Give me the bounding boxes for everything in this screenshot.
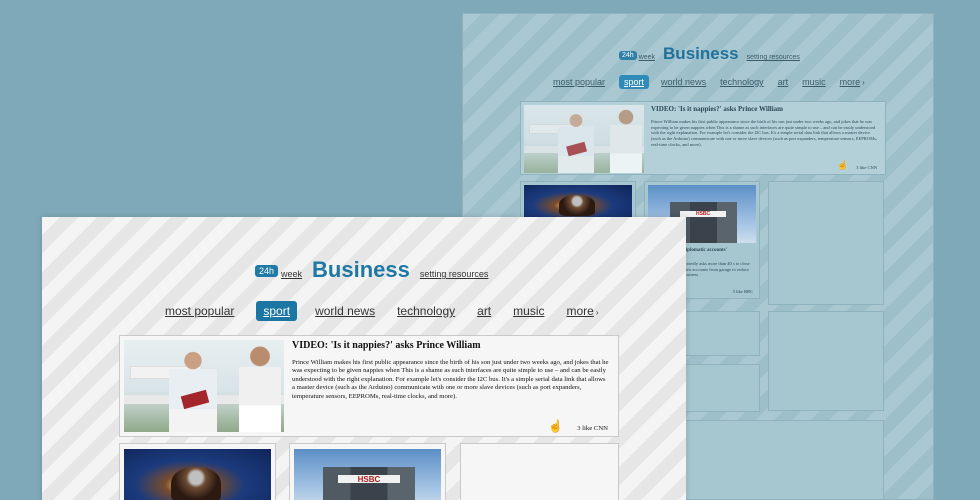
article-photo: [124, 340, 284, 432]
main-page-panel: 24h week Business setting resources most…: [42, 217, 686, 500]
hsbc-logo: HSBC: [338, 475, 400, 484]
hand-cursor-icon: ☝: [548, 419, 563, 433]
article-source: 5 like BBC: [732, 289, 753, 294]
nav-item-more[interactable]: more ›: [840, 77, 865, 87]
page-title: Business: [312, 257, 410, 282]
article-source: 3 like CNN: [577, 425, 608, 432]
settings-link[interactable]: setting resources: [420, 269, 489, 279]
article-headline[interactable]: diplomatic accounts': [683, 248, 727, 253]
article-body: VIDEO: 'Is it nappies?' asks Prince Will…: [647, 102, 885, 174]
article-photo: [124, 449, 271, 500]
article-card[interactable]: [460, 443, 619, 500]
nav-item-music[interactable]: music: [802, 77, 826, 87]
article-card[interactable]: HSBC: [289, 443, 446, 500]
timeframe-week-link[interactable]: week: [281, 269, 302, 279]
chevron-right-icon: ›: [595, 308, 599, 317]
nav-item-art[interactable]: art: [477, 304, 491, 318]
article-headline[interactable]: VIDEO: 'Is it nappies?' asks Prince Will…: [292, 340, 610, 351]
header: 24h week Business setting resources: [619, 44, 800, 64]
article-summary: Prince William makes his first public ap…: [651, 119, 877, 147]
nav-item-music[interactable]: music: [513, 304, 544, 318]
article-card[interactable]: [119, 443, 276, 500]
article-photo: [524, 185, 632, 219]
timeframe-badge-24h[interactable]: 24h: [255, 265, 279, 277]
feature-article-card[interactable]: VIDEO: 'Is it nappies?' asks Prince Will…: [520, 101, 886, 175]
article-summary: portedly asks more than 40 s to close th…: [683, 261, 750, 278]
article-photo: HSBC: [294, 449, 441, 500]
header: 24h week Business setting resources: [255, 257, 488, 283]
nav-item-world-news[interactable]: world news: [661, 77, 706, 87]
nav-item-world-news[interactable]: world news: [315, 304, 375, 318]
article-card[interactable]: [768, 181, 884, 305]
timeframe-badge-24h[interactable]: 24h: [619, 51, 637, 60]
page-title: Business: [663, 44, 739, 63]
article-source: 3 like CNN: [856, 165, 877, 170]
article-headline[interactable]: VIDEO: 'Is it nappies?' asks Prince Will…: [651, 105, 879, 113]
hand-cursor-icon: ☝: [837, 160, 849, 170]
nav-item-sport[interactable]: sport: [256, 301, 298, 321]
article-body: VIDEO: 'Is it nappies?' asks Prince Will…: [288, 336, 618, 436]
article-summary: Prince William makes his first public ap…: [292, 359, 609, 400]
timeframe-week-link[interactable]: week: [639, 54, 655, 61]
nav-more-label: more: [566, 304, 594, 318]
nav-item-technology[interactable]: technology: [720, 77, 764, 87]
nav-item-most-popular[interactable]: most popular: [165, 304, 234, 318]
article-card[interactable]: [768, 311, 884, 411]
nav-item-more[interactable]: more ›: [567, 304, 599, 318]
nav-item-sport[interactable]: sport: [619, 75, 650, 89]
settings-link[interactable]: setting resources: [747, 54, 800, 61]
article-photo: [524, 105, 644, 173]
chevron-right-icon: ›: [862, 78, 865, 87]
hsbc-logo: HSBC: [680, 210, 726, 218]
nav-item-technology[interactable]: technology: [397, 304, 455, 318]
nav-item-most-popular[interactable]: most popular: [553, 77, 605, 87]
category-nav: most popular sport world news technology…: [553, 75, 879, 89]
category-nav: most popular sport world news technology…: [165, 301, 621, 321]
nav-item-art[interactable]: art: [778, 77, 789, 87]
feature-article-card[interactable]: VIDEO: 'Is it nappies?' asks Prince Will…: [119, 335, 619, 437]
nav-more-label: more: [839, 77, 861, 87]
